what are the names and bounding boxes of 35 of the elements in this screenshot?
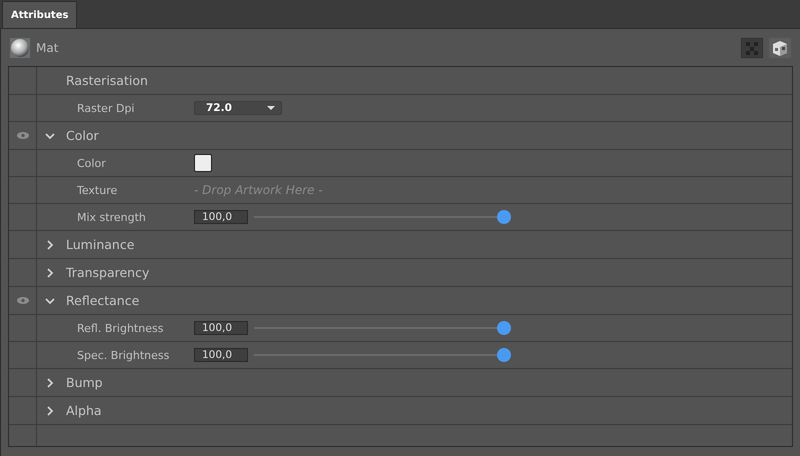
chevron-right-icon[interactable]: [45, 268, 55, 278]
section-title: Color: [66, 128, 99, 143]
chevron-down-icon[interactable]: [45, 296, 55, 306]
eye-icon[interactable]: [16, 132, 28, 139]
section-title: Transparency: [66, 265, 150, 280]
property-label: Color: [77, 156, 107, 170]
property-label: Spec. Brightness: [77, 348, 170, 362]
checker-icon[interactable]: [741, 38, 763, 58]
chevron-right-icon[interactable]: [45, 406, 55, 416]
number-field[interactable]: 100,0: [194, 210, 248, 224]
number-field[interactable]: 100,0: [194, 348, 248, 362]
color-swatch[interactable]: [194, 154, 212, 172]
chevron-right-icon[interactable]: [45, 378, 55, 388]
material-name: Mat: [36, 40, 58, 54]
property-label: Mix strength: [77, 210, 147, 224]
material-sphere-icon: [10, 38, 30, 58]
slider-thumb[interactable]: [497, 210, 511, 224]
dpi-dropdown[interactable]: 72.0: [194, 101, 282, 115]
slider-thumb[interactable]: [497, 321, 511, 335]
property-label: Texture: [77, 184, 118, 196]
section-title: Alpha: [66, 403, 102, 418]
chevron-down-icon[interactable]: [45, 130, 55, 140]
slider-thumb[interactable]: [497, 348, 511, 362]
checkered-cube-icon[interactable]: [769, 38, 791, 58]
section-title: Luminance: [66, 237, 134, 252]
eye-icon[interactable]: [16, 297, 28, 304]
panel-tab[interactable]: Attributes: [2, 1, 78, 28]
property-label: Refl. Brightness: [77, 322, 164, 334]
section-title: Reflectance: [66, 293, 140, 308]
property-label: Raster Dpi: [77, 102, 136, 114]
section-title: Rasterisation: [66, 73, 148, 88]
section-title: Bump: [66, 375, 103, 390]
chevron-right-icon[interactable]: [45, 240, 55, 250]
caret-icon: [267, 106, 275, 110]
number-field[interactable]: 100,0: [194, 321, 248, 335]
